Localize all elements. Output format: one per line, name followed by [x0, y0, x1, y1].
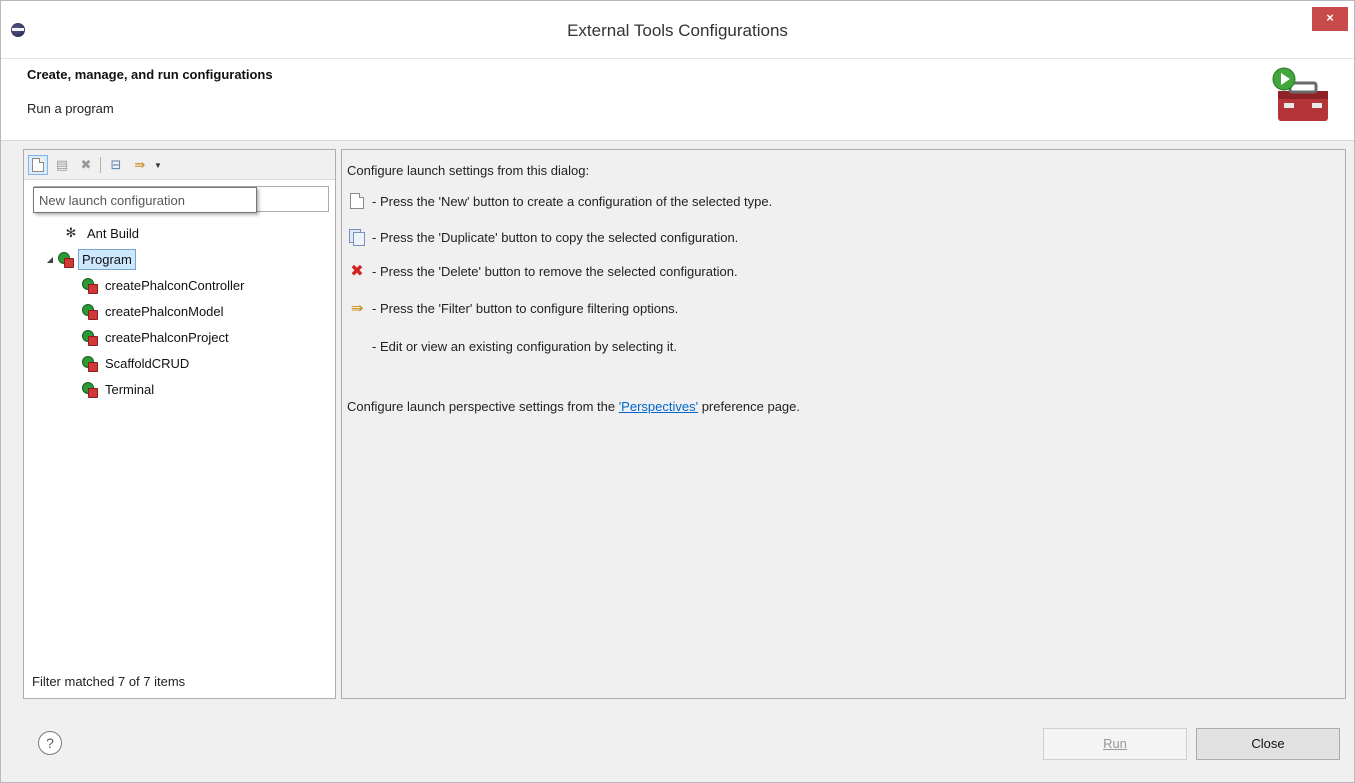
perspective-suffix: preference page. [698, 399, 800, 414]
duplicate-icon [349, 229, 365, 246]
tree-item-terminal[interactable]: Terminal [24, 376, 335, 402]
delete-icon: ✖ [80, 157, 92, 172]
configuration-tree: ✻ Ant Build ◢ Program createPhalconContr… [24, 220, 335, 402]
delete-icon: ✖ [350, 263, 364, 280]
configuration-tree-pane: ▤ ✖ ⊟ ⇛ ▼ New launch configuration ✻ Ant… [23, 149, 336, 699]
info-heading: Configure launch settings from this dial… [347, 163, 590, 178]
program-config-icon [81, 303, 98, 320]
program-icon [57, 251, 74, 268]
info-line-text: - Press the 'New' button to create a con… [372, 193, 773, 209]
ant-icon: ✻ [65, 225, 77, 240]
info-line-text: - Press the 'Filter' button to configure… [372, 300, 679, 316]
tree-item-label: createPhalconController [105, 277, 245, 293]
tree-item-label: createPhalconProject [105, 329, 229, 345]
header-subtitle: Run a program [27, 101, 114, 116]
window-close-button[interactable]: × [1312, 7, 1348, 31]
program-config-icon [81, 277, 98, 294]
dialog-header: Create, manage, and run configurations R… [1, 59, 1354, 141]
header-title: Create, manage, and run configurations [27, 67, 273, 82]
window-title: External Tools Configurations [567, 21, 788, 40]
duplicate-icon: ▤ [55, 157, 69, 172]
filter-status: Filter matched 7 of 7 items [32, 674, 186, 689]
toolbar-separator [100, 157, 101, 173]
run-button[interactable]: Run [1043, 728, 1187, 760]
new-configuration-tooltip: New launch configuration [33, 187, 257, 213]
new-configuration-button[interactable] [28, 155, 48, 175]
info-line-text: - Press the 'Delete' button to remove th… [372, 263, 738, 279]
info-pane: Configure launch settings from this dial… [341, 149, 1346, 699]
run-button-label: Run [1103, 736, 1127, 751]
tree-item-label: ScaffoldCRUD [105, 355, 190, 371]
new-icon [32, 158, 44, 172]
program-config-icon [81, 329, 98, 346]
filter-icon: ⇛ [350, 300, 364, 317]
program-config-icon [81, 355, 98, 372]
perspectives-link[interactable]: 'Perspectives' [619, 399, 698, 414]
collapse-all-button[interactable]: ⊟ [106, 155, 126, 175]
filter-dropdown-button[interactable]: ▼ [152, 155, 164, 175]
info-line-edit: - Edit or view an existing configuration… [347, 337, 677, 355]
title-bar: External Tools Configurations × [1, 1, 1354, 59]
tree-item-createphalconcontroller[interactable]: createPhalconController [24, 272, 335, 298]
toolbox-run-icon [1272, 67, 1328, 121]
duplicate-configuration-button[interactable]: ▤ [52, 155, 72, 175]
program-config-icon [81, 381, 98, 398]
filter-button[interactable]: ⇛ [130, 155, 150, 175]
info-line-delete: ✖ - Press the 'Delete' button to remove … [347, 262, 738, 280]
help-button[interactable]: ? [38, 731, 62, 755]
tree-item-label: Terminal [105, 381, 155, 397]
info-line-duplicate: - Press the 'Duplicate' button to copy t… [347, 228, 738, 246]
info-line-new: - Press the 'New' button to create a con… [347, 192, 772, 210]
info-line-text: - Press the 'Duplicate' button to copy t… [372, 229, 739, 245]
tree-item-label: Ant Build [87, 225, 140, 241]
tree-item-createphalconproject[interactable]: createPhalconProject [24, 324, 335, 350]
chevron-down-icon: ▼ [154, 160, 162, 170]
tree-item-program[interactable]: ◢ Program [24, 246, 335, 272]
tree-toolbar: ▤ ✖ ⊟ ⇛ ▼ [24, 150, 335, 180]
info-line-text: - Edit or view an existing configuration… [372, 338, 677, 354]
tree-item-scaffoldcrud[interactable]: ScaffoldCRUD [24, 350, 335, 376]
delete-configuration-button[interactable]: ✖ [76, 155, 96, 175]
tree-item-createphalconmodel[interactable]: createPhalconModel [24, 298, 335, 324]
dialog-window: External Tools Configurations × Create, … [0, 0, 1355, 783]
perspective-line: Configure launch perspective settings fr… [347, 399, 800, 414]
expand-triangle-icon[interactable]: ◢ [44, 255, 56, 264]
info-line-filter: ⇛ - Press the 'Filter' button to configu… [347, 299, 679, 317]
collapse-all-icon: ⊟ [110, 157, 122, 172]
tree-item-label: Program [78, 248, 136, 270]
new-icon [350, 193, 364, 209]
perspective-prefix: Configure launch perspective settings fr… [347, 399, 619, 414]
tree-item-label: createPhalconModel [105, 303, 224, 319]
close-button[interactable]: Close [1196, 728, 1340, 760]
filter-icon: ⇛ [134, 157, 146, 172]
tree-item-ant-build[interactable]: ✻ Ant Build [24, 220, 335, 246]
